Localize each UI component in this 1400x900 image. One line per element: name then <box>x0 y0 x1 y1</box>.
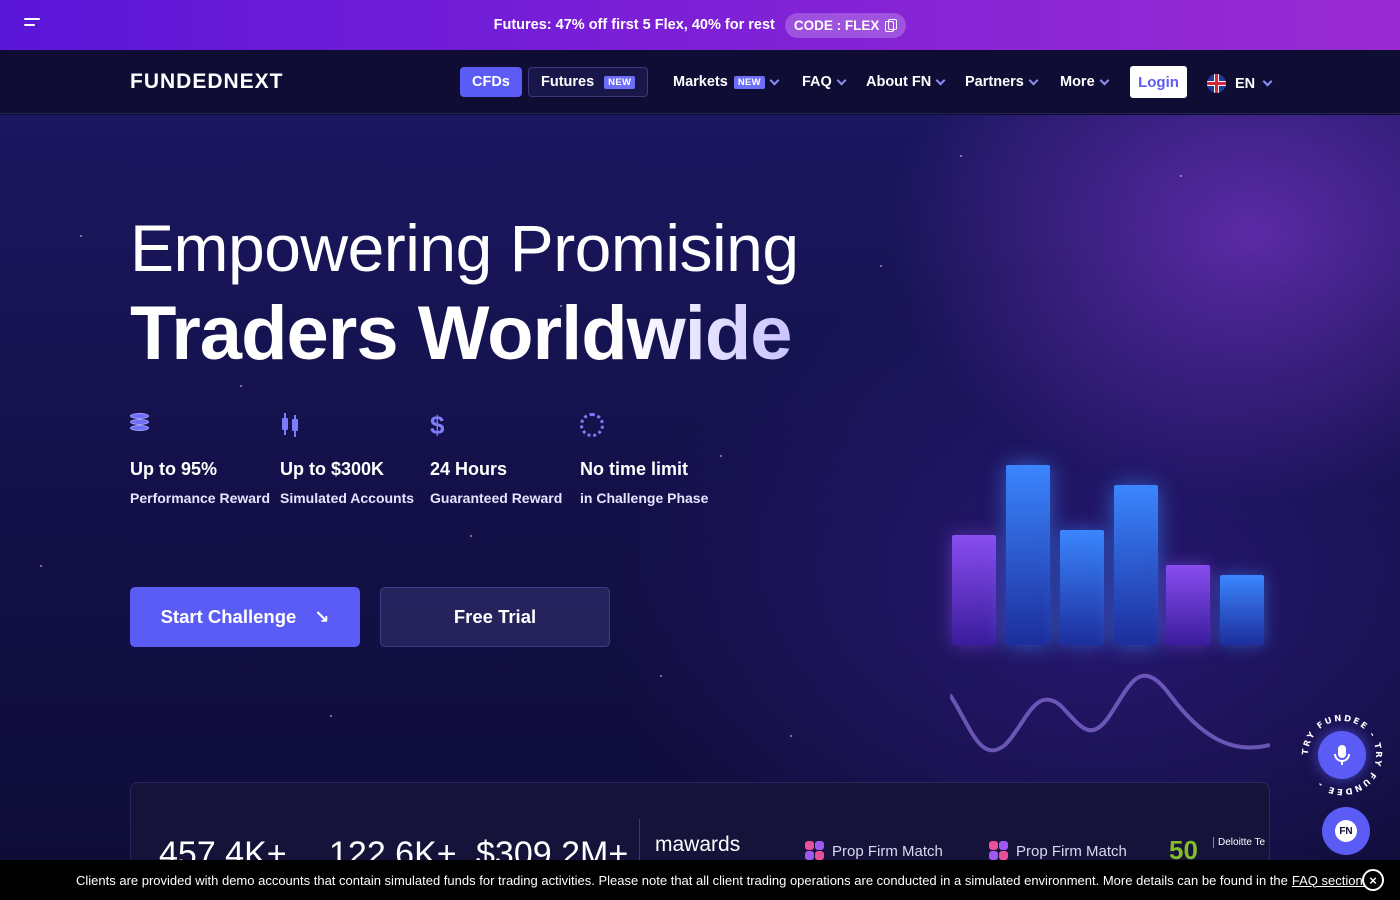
award-deloitte-number: 50 <box>1169 835 1198 860</box>
faq-link[interactable]: FAQ section. <box>1292 873 1366 888</box>
arrow-down-right-icon: ↘ <box>314 606 330 627</box>
nav-about[interactable]: About FN <box>866 74 946 90</box>
hero-section: Empowering Promising Traders Worldwide U… <box>0 115 1400 860</box>
feature-subtitle: Simulated Accounts <box>280 490 415 506</box>
try-fundee-widget[interactable]: TRY FUNDEE - TRY FUNDEE - <box>1300 713 1384 797</box>
start-challenge-label: Start Challenge <box>160 606 297 627</box>
nav-faq[interactable]: FAQ <box>802 74 847 90</box>
nav-more[interactable]: More <box>1060 74 1110 90</box>
award-logo: mawards <box>655 833 741 856</box>
promo-code-label: CODE : FLEX <box>793 17 880 33</box>
microphone-icon <box>1334 745 1350 765</box>
microphone-button[interactable] <box>1318 731 1366 779</box>
stat-traders: 457.4K+ <box>159 835 287 860</box>
disclaimer-bar: Clients are provided with demo accounts … <box>0 860 1400 900</box>
nav-partners[interactable]: Partners <box>965 74 1039 90</box>
hamburger-icon[interactable] <box>24 18 40 32</box>
free-trial-button[interactable]: Free Trial <box>380 587 610 647</box>
main-nav: FUNDEDNEXT CFDs Futures NEW Markets NEW … <box>0 50 1400 114</box>
feature-reward: Up to 95% Performance Reward <box>130 413 280 509</box>
stats-strip: 457.4K+ 122.6K+ $309.2M+ mawards Prop Fi… <box>130 782 1270 860</box>
stat-rewards: $309.2M+ <box>476 835 629 860</box>
coins-icon <box>130 413 150 435</box>
chevron-down-icon <box>1028 75 1039 85</box>
nav-markets-label: Markets <box>673 74 728 90</box>
nav-markets[interactable]: Markets NEW <box>673 74 780 90</box>
feature-title: Up to $300K <box>280 459 385 479</box>
nav-about-label: About FN <box>866 74 932 90</box>
start-challenge-button[interactable]: Start Challenge ↘ <box>130 587 360 647</box>
feature-payout: $ 24 Hours Guaranteed Reward <box>430 410 580 509</box>
futures-button[interactable]: Futures NEW <box>528 67 649 97</box>
feature-title: Up to 95% <box>130 459 218 479</box>
feature-title: No time limit <box>580 459 689 479</box>
feature-title: 24 Hours <box>430 459 508 479</box>
award-propfirmmatch: Prop Firm Match <box>989 841 1127 860</box>
hero-title-line2: Traders Worldwide <box>130 291 793 376</box>
dollar-icon: $ <box>430 410 445 440</box>
chevron-down-icon <box>1099 75 1110 85</box>
nav-partners-label: Partners <box>965 74 1024 90</box>
chevron-down-icon <box>769 75 780 85</box>
chevron-down-icon <box>836 75 847 85</box>
stat-accounts: 122.6K+ <box>329 835 457 860</box>
feature-accounts: Up to $300K Simulated Accounts <box>280 413 430 509</box>
disclaimer-text: Clients are provided with demo accounts … <box>76 872 1288 888</box>
promo-banner: Futures: 47% off first 5 Flex, 40% for r… <box>0 0 1400 50</box>
hero-title-line1: Empowering Promising <box>130 211 799 285</box>
new-badge: NEW <box>604 75 636 89</box>
language-label: EN <box>1235 75 1256 92</box>
propfirmmatch-icon <box>989 841 1009 860</box>
feature-subtitle: Guaranteed Reward <box>430 490 563 506</box>
award-deloitte: Deloitte Te <box>1213 837 1265 848</box>
feature-time: No time limit in Challenge Phase <box>580 413 750 509</box>
futures-label: Futures <box>541 74 595 90</box>
copy-icon[interactable] <box>885 19 898 32</box>
new-badge: NEW <box>733 75 765 89</box>
language-selector[interactable]: EN <box>1207 74 1273 93</box>
propfirmmatch-icon <box>805 841 825 860</box>
uk-flag-icon <box>1207 74 1226 93</box>
feature-subtitle: in Challenge Phase <box>580 490 709 506</box>
feature-subtitle: Performance Reward <box>130 490 271 506</box>
logo[interactable]: FUNDEDNEXT <box>130 70 284 94</box>
candlestick-icon <box>280 413 302 437</box>
bar-illustration <box>930 415 1290 775</box>
award-label: Prop Firm Match <box>1016 842 1127 860</box>
award-propfirmmatch: Prop Firm Match <box>805 841 943 860</box>
nav-more-label: More <box>1060 74 1095 90</box>
promo-text: Futures: 47% off first 5 Flex, 40% for r… <box>493 17 775 33</box>
chat-button[interactable]: FN <box>1322 807 1370 855</box>
divider <box>639 819 640 860</box>
cfds-button[interactable]: CFDs <box>460 67 522 97</box>
login-button[interactable]: Login <box>1130 66 1187 98</box>
nav-faq-label: FAQ <box>802 74 832 90</box>
close-icon[interactable]: × <box>1362 869 1384 891</box>
chevron-down-icon <box>1262 76 1273 87</box>
award-label: Prop Firm Match <box>832 842 943 860</box>
chevron-down-icon <box>935 75 946 85</box>
chat-icon: FN <box>1335 820 1357 842</box>
spinner-icon <box>580 413 604 437</box>
promo-code-chip[interactable]: CODE : FLEX <box>784 12 907 38</box>
